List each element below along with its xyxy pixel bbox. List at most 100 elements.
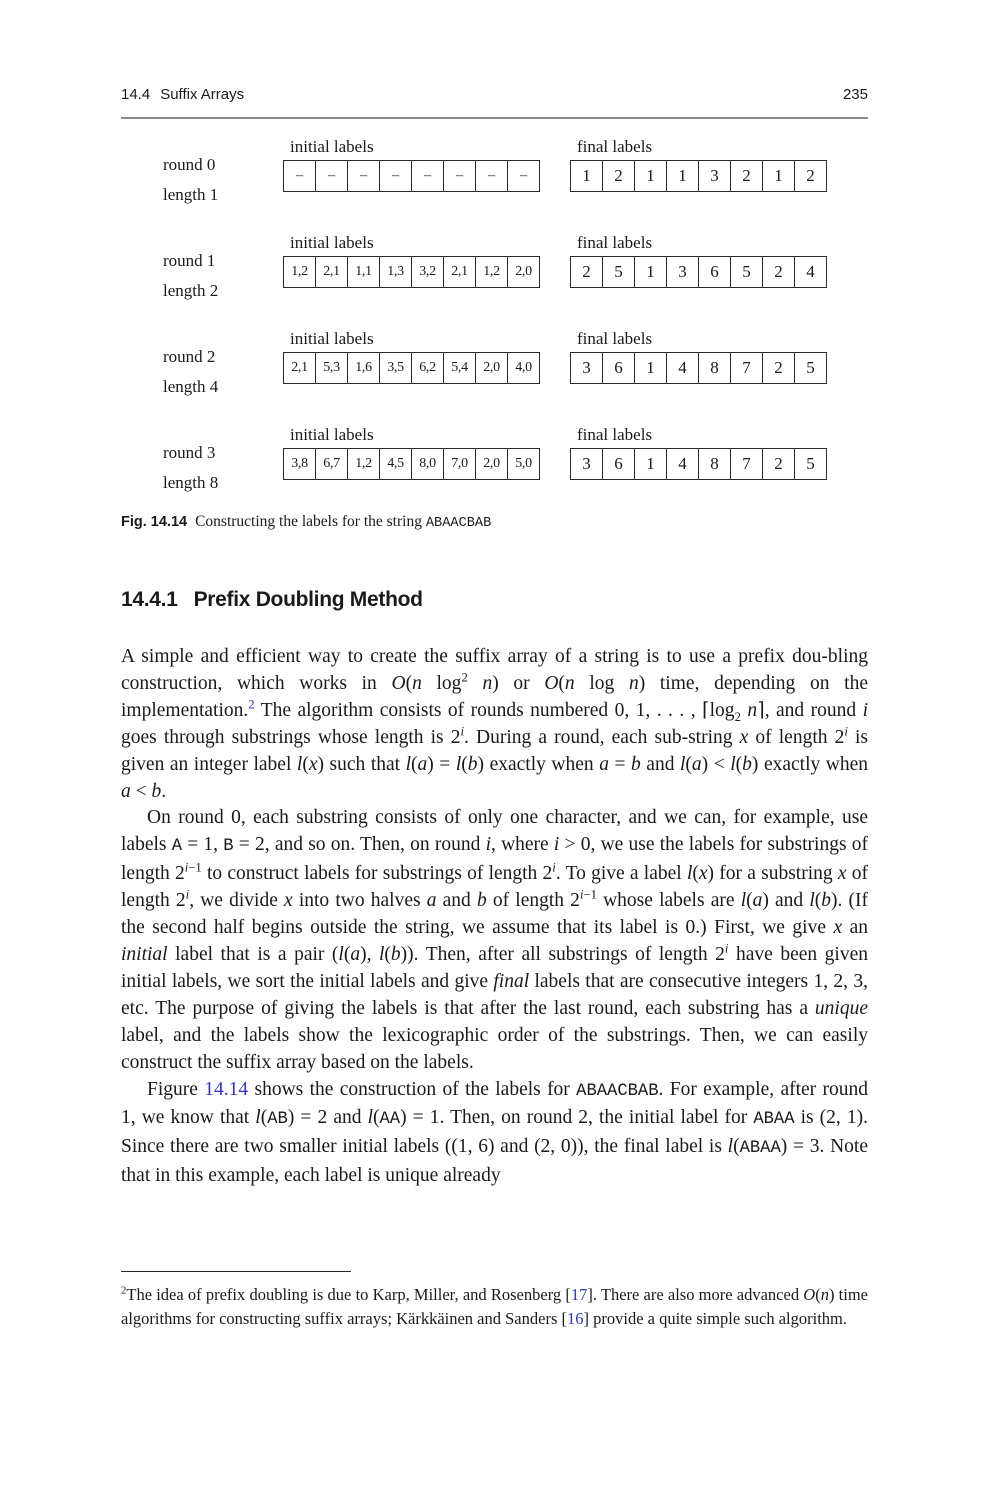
- final-labels-caption: final labels: [577, 233, 653, 252]
- initial-label-cell: –: [444, 161, 476, 191]
- round-label: round 1: [163, 251, 216, 270]
- paragraph-2: On round 0, each substring consists of o…: [121, 807, 869, 1073]
- final-label-cell: 2: [763, 353, 795, 383]
- initial-label-cell: –: [348, 161, 380, 191]
- final-labels-array: 12113212: [570, 160, 827, 192]
- final-label-cell: 4: [806, 262, 815, 281]
- final-label-cell: 6: [699, 257, 731, 287]
- length-label: length 1: [163, 185, 219, 204]
- round-label: round 2: [163, 347, 216, 366]
- final-label-cell: 5: [806, 358, 815, 377]
- final-label-cell: 5: [603, 257, 635, 287]
- footnote: 2The idea of prefix doubling is due to K…: [121, 1284, 869, 1328]
- final-label-cell: 1: [763, 161, 795, 191]
- final-label-cell: 3: [571, 353, 603, 383]
- final-label-cell: 3: [667, 257, 699, 287]
- final-label-cell: 7: [731, 353, 763, 383]
- initial-label-cell: 1,2: [476, 257, 508, 287]
- initial-labels-caption: initial labels: [290, 233, 374, 252]
- initial-label-cell: 3,5: [380, 353, 412, 383]
- initial-label-cell: 1,1: [348, 257, 380, 287]
- initial-label-cell: 2,0: [476, 353, 508, 383]
- final-label-cell: 6: [603, 449, 635, 479]
- initial-label-cell: 2,1: [284, 353, 316, 383]
- final-label-cell: 3: [699, 161, 731, 191]
- initial-label-cell: 4,0: [515, 360, 532, 375]
- initial-label-cell: 5,3: [316, 353, 348, 383]
- final-label-cell: 8: [699, 353, 731, 383]
- initial-labels-array: 1,2 2,1 1,1 1,3 3,2 2,1 1,2 2,0: [283, 256, 540, 288]
- citation-link-17[interactable]: 17: [571, 1285, 588, 1304]
- final-label-cell: 2: [571, 257, 603, 287]
- initial-label-cell: –: [520, 168, 527, 183]
- initial-label-cell: 2,1: [444, 257, 476, 287]
- initial-label-cell: –: [476, 161, 508, 191]
- final-labels-array: 25136524: [570, 256, 827, 288]
- final-label-cell: 2: [806, 166, 815, 185]
- footnote-ref[interactable]: 2: [248, 697, 254, 711]
- initial-labels-caption: initial labels: [290, 137, 374, 156]
- final-labels-caption: final labels: [577, 425, 653, 444]
- final-label-cell: 8: [699, 449, 731, 479]
- final-label-cell: 2: [603, 161, 635, 191]
- initial-label-cell: 7,0: [444, 449, 476, 479]
- initial-label-cell: 2,0: [515, 264, 532, 279]
- initial-label-cell: 3,8: [284, 449, 316, 479]
- final-label-cell: 1: [635, 353, 667, 383]
- final-label-cell: 4: [667, 449, 699, 479]
- citation-link-16[interactable]: 16: [567, 1309, 584, 1328]
- figure-caption: Fig. 14.14 Constructing the labels for th…: [121, 513, 492, 531]
- initial-label-cell: –: [380, 161, 412, 191]
- initial-label-cell: 4,5: [380, 449, 412, 479]
- initial-label-cell: 5,4: [444, 353, 476, 383]
- initial-label-cell: 1,2: [348, 449, 380, 479]
- round-label: round 3: [163, 443, 216, 462]
- figure-row: round 2 length 4 initial labels final label…: [0, 329, 989, 425]
- running-head: 14.4 Suffix Arrays 235: [121, 86, 868, 110]
- initial-labels-caption: initial labels: [290, 329, 374, 348]
- final-label-cell: 5: [731, 257, 763, 287]
- initial-label-cell: 3,2: [412, 257, 444, 287]
- final-label-cell: 1: [635, 449, 667, 479]
- length-label: length 2: [163, 281, 219, 300]
- initial-label-cell: 2,1: [316, 257, 348, 287]
- final-label-cell: 7: [731, 449, 763, 479]
- final-labels-caption: final labels: [577, 329, 653, 348]
- initial-label-cell: 8,0: [412, 449, 444, 479]
- final-labels-array: 36148725: [570, 448, 827, 480]
- initial-label-cell: –: [316, 161, 348, 191]
- final-label-cell: 1: [635, 257, 667, 287]
- initial-labels-array: 3,8 6,7 1,2 4,5 8,0 7,0 2,0 5,0: [283, 448, 540, 480]
- initial-label-cell: 1,3: [380, 257, 412, 287]
- footnote-rule: [121, 1271, 351, 1272]
- final-label-cell: 1: [571, 161, 603, 191]
- initial-labels-array: – – – – – – – –: [283, 160, 540, 192]
- header-rule: [121, 117, 868, 119]
- length-label: length 4: [163, 377, 219, 396]
- initial-label-cell: 1,6: [348, 353, 380, 383]
- final-label-cell: 2: [731, 161, 763, 191]
- initial-label-cell: 5,0: [515, 456, 532, 471]
- initial-label-cell: 6,7: [316, 449, 348, 479]
- final-label-cell: 5: [806, 454, 815, 473]
- initial-labels-caption: initial labels: [290, 425, 374, 444]
- section-heading: 14.4.1 Prefix Doubling Method: [121, 588, 423, 611]
- initial-label-cell: 6,2: [412, 353, 444, 383]
- figure-row: round 0 length 1 initial labels final label…: [0, 137, 989, 233]
- body-text: A simple and efficient way to create the…: [121, 644, 868, 1190]
- initial-label-cell: –: [412, 161, 444, 191]
- initial-label-cell: –: [284, 161, 316, 191]
- figure-row: round 3 length 8 initial labels final label…: [0, 425, 989, 521]
- page-number: 235: [842, 86, 868, 103]
- final-label-cell: 1: [667, 161, 699, 191]
- initial-label-cell: 2,0: [476, 449, 508, 479]
- final-label-cell: 2: [763, 257, 795, 287]
- final-labels-caption: final labels: [577, 137, 653, 156]
- final-label-cell: 2: [763, 449, 795, 479]
- initial-labels-array: 2,1 5,3 1,6 3,5 6,2 5,4 2,0 4,0: [283, 352, 540, 384]
- initial-label-cell: 1,2: [284, 257, 316, 287]
- paragraph-3: Figure 14.14 shows the construction of t…: [121, 1078, 869, 1187]
- figure-link[interactable]: 14.14: [204, 1079, 248, 1100]
- length-label: length 8: [163, 473, 219, 492]
- final-label-cell: 6: [603, 353, 635, 383]
